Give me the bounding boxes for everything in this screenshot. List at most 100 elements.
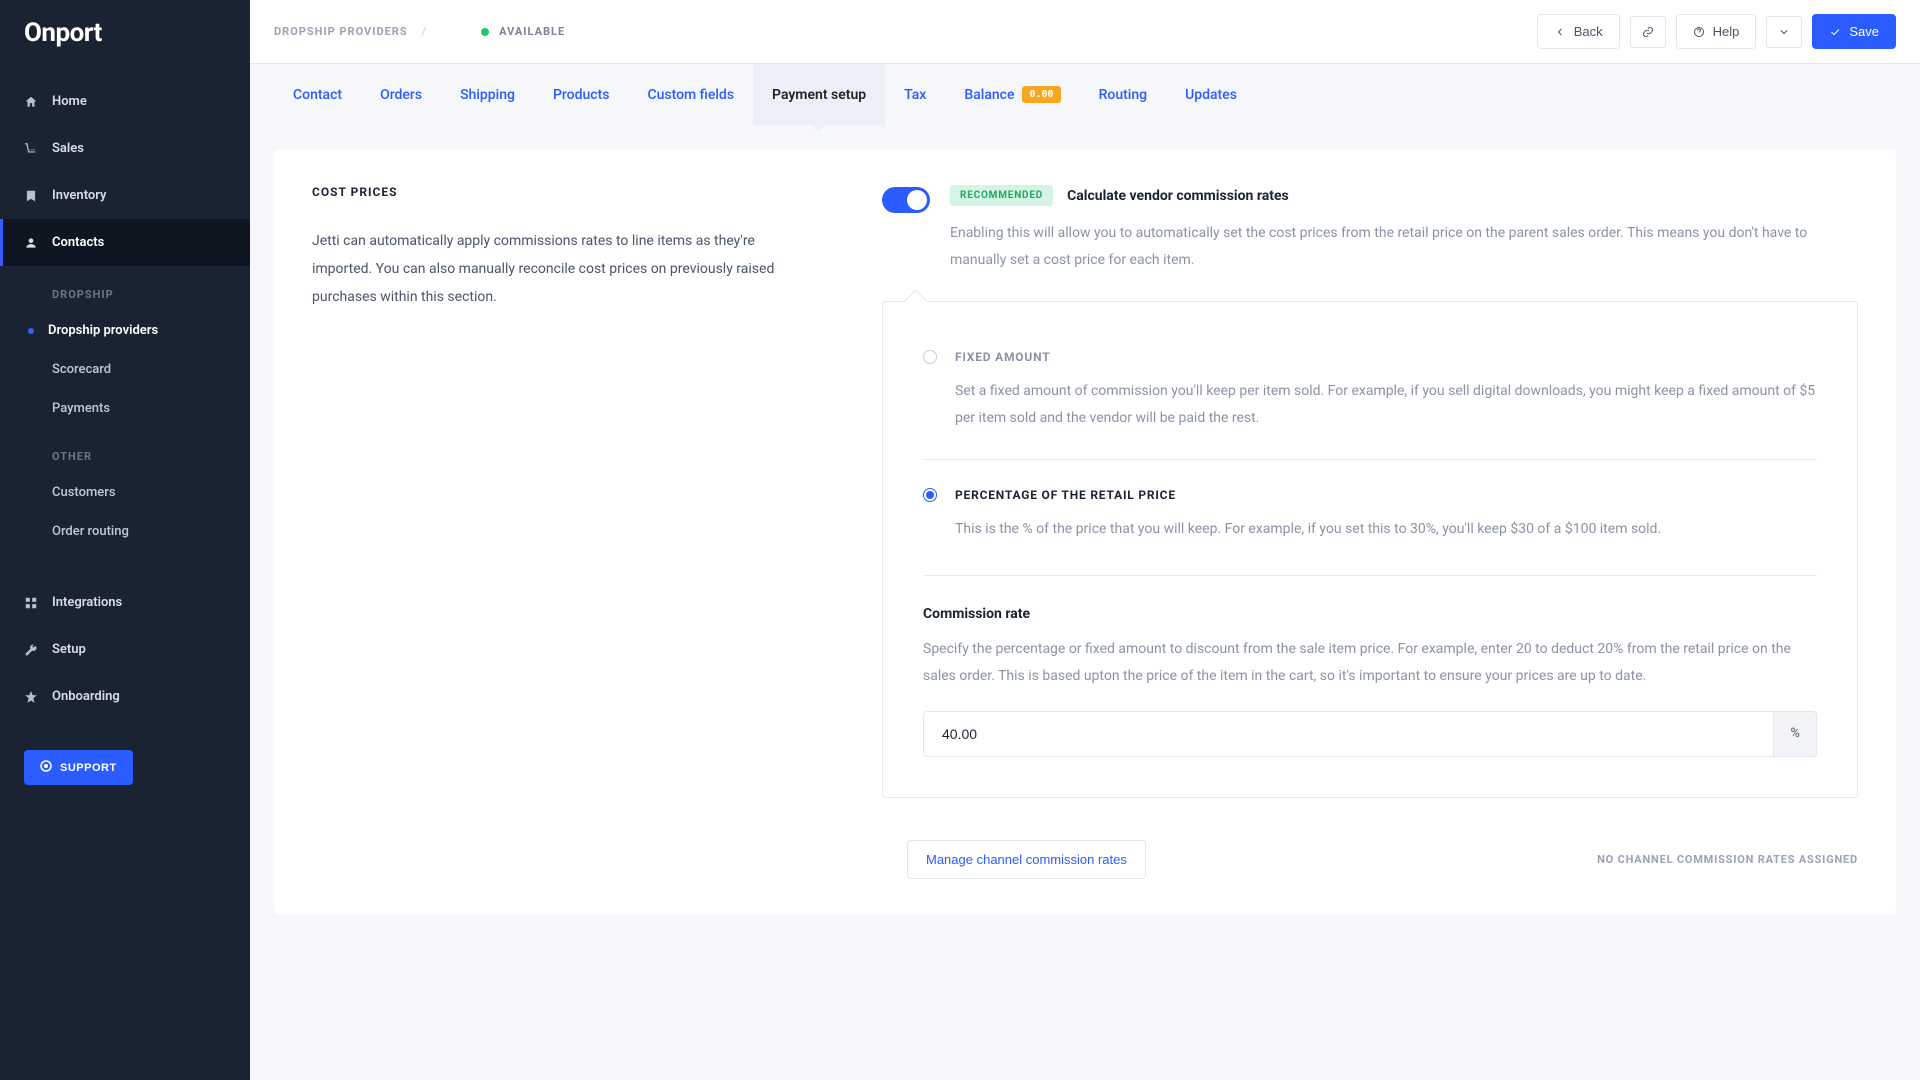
tab-label: Payment setup: [772, 87, 866, 103]
tab-tax[interactable]: Tax: [885, 64, 945, 125]
save-label: Save: [1849, 24, 1879, 39]
option-desc: This is the % of the price that you will…: [923, 516, 1817, 543]
tab-label: Routing: [1099, 87, 1148, 103]
sub-label: Order routing: [52, 524, 129, 539]
nav-label: Setup: [52, 642, 86, 657]
tab-label: Tax: [904, 87, 926, 103]
help-label: Help: [1713, 24, 1740, 39]
option-title: PERCENTAGE OF THE RETAIL PRICE: [955, 488, 1176, 502]
help-button[interactable]: Help: [1676, 14, 1757, 49]
tab-label: Balance: [964, 87, 1014, 103]
footer-note: NO CHANNEL COMMISSION RATES ASSIGNED: [1597, 853, 1858, 866]
tab-shipping[interactable]: Shipping: [441, 64, 534, 125]
nav-label: Inventory: [52, 188, 107, 203]
commission-toggle[interactable]: [882, 187, 930, 213]
section-title: COST PRICES: [312, 185, 792, 199]
sub-label: Payments: [52, 401, 110, 416]
option-fixed[interactable]: FIXED AMOUNT Set a fixed amount of commi…: [923, 332, 1817, 449]
status: AVAILABLE: [481, 25, 565, 38]
bookmark-icon: [24, 189, 38, 203]
save-button[interactable]: Save: [1812, 14, 1896, 49]
logo: Onport: [0, 18, 250, 78]
link-button[interactable]: [1630, 16, 1666, 48]
grid-icon: [24, 596, 38, 610]
setting-description: Enabling this will allow you to automati…: [950, 220, 1858, 273]
life-ring-icon: [40, 760, 52, 775]
option-desc: Set a fixed amount of commission you'll …: [923, 378, 1817, 431]
tab-label: Products: [553, 87, 610, 103]
field-label: Commission rate: [923, 606, 1817, 622]
breadcrumb-item[interactable]: DROPSHIP PROVIDERS: [274, 25, 408, 38]
commission-field: Commission rate Specify the percentage o…: [923, 575, 1817, 757]
radio-percentage[interactable]: [923, 488, 937, 502]
options-box: FIXED AMOUNT Set a fixed amount of commi…: [882, 301, 1858, 798]
tabs-bar: Contact Orders Shipping Products Custom …: [250, 64, 1920, 125]
field-desc: Specify the percentage or fixed amount t…: [923, 636, 1817, 689]
nav-setup[interactable]: Setup: [0, 626, 250, 673]
nav-home[interactable]: Home: [0, 78, 250, 125]
tab-label: Custom fields: [647, 87, 734, 103]
content: COST PRICES Jetti can automatically appl…: [250, 125, 1920, 1080]
tab-custom-fields[interactable]: Custom fields: [628, 64, 753, 125]
nav-label: Onboarding: [52, 689, 120, 704]
link-icon: [1642, 26, 1654, 38]
sub-customers[interactable]: Customers: [0, 473, 250, 512]
nav-integrations[interactable]: Integrations: [0, 579, 250, 626]
tab-label: Updates: [1185, 87, 1237, 103]
cart-icon: [24, 142, 38, 156]
sub-dropship-providers[interactable]: Dropship providers: [0, 311, 250, 350]
sub-order-routing[interactable]: Order routing: [0, 512, 250, 551]
sub-label: Dropship providers: [48, 323, 158, 338]
radio-fixed[interactable]: [923, 350, 937, 364]
nav-onboarding[interactable]: Onboarding: [0, 673, 250, 720]
home-icon: [24, 95, 38, 109]
tab-routing[interactable]: Routing: [1080, 64, 1167, 125]
sub-scorecard[interactable]: Scorecard: [0, 350, 250, 389]
commission-input[interactable]: [923, 711, 1774, 757]
user-icon: [24, 236, 38, 250]
support-label: SUPPORT: [60, 762, 117, 774]
main: DROPSHIP PROVIDERS / AVAILABLE Back: [250, 0, 1920, 1080]
dropdown-button[interactable]: [1766, 16, 1802, 48]
nav-inventory[interactable]: Inventory: [0, 172, 250, 219]
tab-updates[interactable]: Updates: [1166, 64, 1256, 125]
nav-label: Sales: [52, 141, 84, 156]
card: COST PRICES Jetti can automatically appl…: [274, 149, 1896, 915]
bullet-icon: [28, 328, 34, 334]
tab-products[interactable]: Products: [534, 64, 629, 125]
check-icon: [1829, 26, 1841, 38]
sub-label: Scorecard: [52, 362, 111, 377]
wrench-icon: [24, 643, 38, 657]
section-description: Jetti can automatically apply commission…: [312, 227, 792, 311]
recommended-badge: RECOMMENDED: [950, 185, 1053, 206]
topbar: DROPSHIP PROVIDERS / AVAILABLE Back: [250, 0, 1920, 64]
arrow-left-icon: [1554, 26, 1566, 38]
tab-label: Shipping: [460, 87, 515, 103]
nav-contacts[interactable]: Contacts: [0, 219, 250, 266]
tab-contact[interactable]: Contact: [274, 64, 361, 125]
sidebar: Onport Home Sales Inventory Contacts DRO…: [0, 0, 250, 1080]
setting-title: Calculate vendor commission rates: [1067, 188, 1289, 204]
chevron-down-icon: [1778, 26, 1790, 38]
nav-label: Integrations: [52, 595, 122, 610]
input-suffix: %: [1774, 711, 1817, 757]
tab-label: Contact: [293, 87, 342, 103]
section-dropship: DROPSHIP: [0, 266, 250, 311]
sub-payments[interactable]: Payments: [0, 389, 250, 428]
support-button[interactable]: SUPPORT: [24, 750, 133, 785]
option-percentage[interactable]: PERCENTAGE OF THE RETAIL PRICE This is t…: [923, 459, 1817, 561]
status-dot-icon: [481, 28, 489, 36]
section-other: OTHER: [0, 428, 250, 473]
back-button[interactable]: Back: [1537, 14, 1620, 49]
tab-payment-setup[interactable]: Payment setup: [753, 64, 885, 125]
sub-label: Customers: [52, 485, 116, 500]
manage-rates-button[interactable]: Manage channel commission rates: [907, 840, 1146, 879]
status-text: AVAILABLE: [499, 25, 565, 38]
nav-sales[interactable]: Sales: [0, 125, 250, 172]
tab-orders[interactable]: Orders: [361, 64, 441, 125]
arrow-icon: [24, 690, 38, 704]
back-label: Back: [1574, 24, 1603, 39]
footer-row: Manage channel commission rates NO CHANN…: [312, 840, 1858, 879]
tab-balance[interactable]: Balance 0.00: [945, 64, 1079, 125]
nav-label: Home: [52, 94, 87, 109]
